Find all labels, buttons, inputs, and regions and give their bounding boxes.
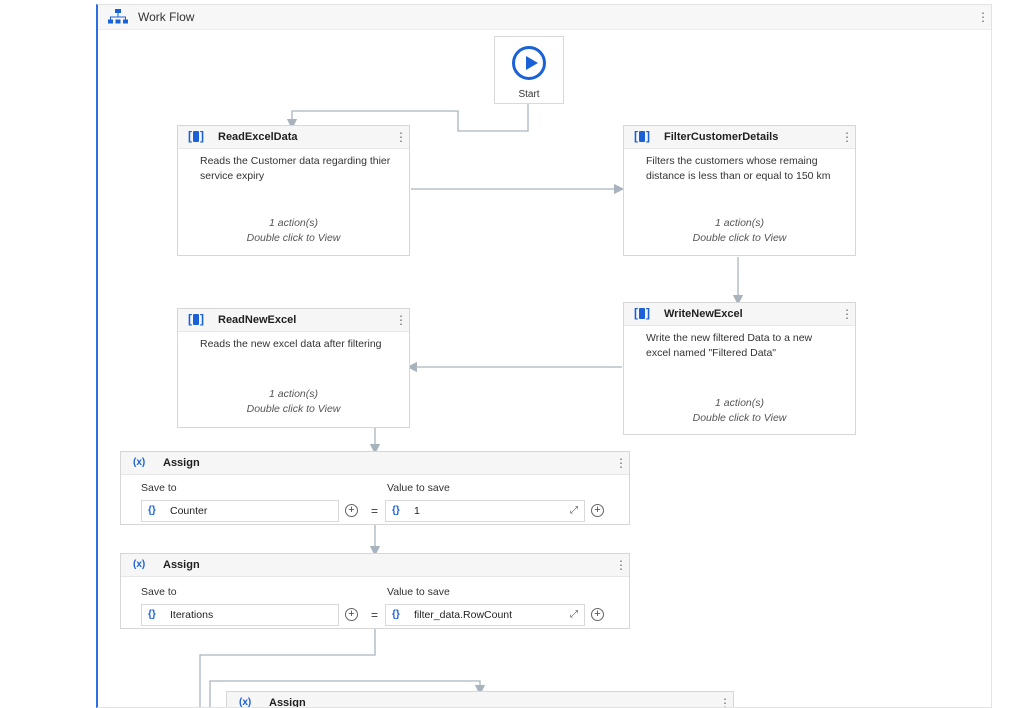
double-click-hint: Double click to View [692,412,787,424]
assign-title: Assign [163,457,200,469]
save-to-label: Save to [141,586,177,598]
assign-variable-icon: (x) [133,559,146,570]
value-text: 1 [414,505,420,517]
kebab-menu-icon[interactable]: ⋮ [395,130,407,144]
card-title: ReadNewExcel [218,314,297,326]
card-title: FilterCustomerDetails [664,131,779,143]
card-title: WriteNewExcel [664,308,743,320]
add-variable-icon[interactable]: + [345,504,358,517]
card-description: Reads the Customer data regarding thier … [200,155,391,182]
card-header: [] WriteNewExcel ⋮ [624,303,855,326]
kebab-menu-icon[interactable]: ⋮ [615,558,627,572]
sequence-card-readexceldata[interactable]: [] ReadExcelData ⋮ Reads the Customer da… [177,125,410,256]
kebab-menu-icon[interactable]: ⋮ [615,456,627,470]
action-count: 1 action(s) [268,217,319,229]
equals-sign: = [371,504,379,518]
sequence-card-writenewexcel[interactable]: [] WriteNewExcel ⋮ Write the new filtere… [623,302,856,435]
value-to-save-label: Value to save [387,482,450,494]
card-description: Write the new filtered Data to a new exc… [646,332,813,359]
variable-braces-icon: {} [392,505,400,516]
sequence-card-readnewexcel[interactable]: [] ReadNewExcel ⋮ Reads the new excel da… [177,308,410,428]
card-description: Reads the new excel data after filtering [200,338,382,350]
card-header: [] FilterCustomerDetails ⋮ [624,126,855,149]
sequence-card-filtercustomerdetails[interactable]: [] FilterCustomerDetails ⋮ Filters the c… [623,125,856,256]
double-click-hint: Double click to View [692,232,787,244]
assign-variable-icon: (x) [133,457,146,468]
variable-braces-icon: {} [392,609,400,620]
assign-activity-partial[interactable]: (x) Assign ⋮ [226,691,734,708]
kebab-menu-icon[interactable]: ⋮ [719,696,731,707]
assign-title: Assign [269,697,306,708]
kebab-menu-icon[interactable]: ⋮ [841,307,853,321]
workflow-panel: Work Flow ⋮ Start [] ReadExcelData ⋮ Rea… [96,4,992,708]
start-label: Start [518,89,540,100]
action-count: 1 action(s) [714,397,765,409]
assign-activity-iterations[interactable]: (x) Assign ⋮ Save to Value to save {} It… [120,553,630,629]
value-field[interactable]: {} 1 ⤢ [385,500,585,522]
value-to-save-label: Value to save [387,586,450,598]
assign-variable-icon: (x) [239,697,252,708]
sequence-icon: [] [188,129,204,143]
value-text: filter_data.RowCount [414,609,513,621]
add-value-icon[interactable]: + [591,504,604,517]
card-header: [] ReadExcelData ⋮ [178,126,409,149]
double-click-hint: Double click to View [246,403,341,415]
save-to-label: Save to [141,482,177,494]
card-header: (x) Assign ⋮ [121,554,629,577]
sequence-icon: [] [634,129,650,143]
kebab-menu-icon[interactable]: ⋮ [395,313,407,327]
expand-editor-icon[interactable]: ⤢ [570,505,578,516]
action-count: 1 action(s) [268,388,319,400]
action-count: 1 action(s) [714,217,765,229]
play-icon [512,46,546,80]
save-to-value: Counter [170,505,208,517]
card-header: (x) Assign ⋮ [121,452,629,475]
variable-braces-icon: {} [148,505,156,516]
expand-editor-icon[interactable]: ⤢ [570,609,578,620]
sequence-icon: [] [634,306,650,320]
variable-braces-icon: {} [148,609,156,620]
assign-activity-counter[interactable]: (x) Assign ⋮ Save to Value to save {} Co… [120,451,630,525]
card-header: (x) Assign ⋮ [227,692,733,708]
save-to-field[interactable]: {} Counter [141,500,339,522]
card-description: Filters the customers whose remaing dist… [646,155,831,182]
kebab-menu-icon[interactable]: ⋮ [841,130,853,144]
save-to-value: Iterations [170,609,214,621]
start-node[interactable]: Start [494,36,564,104]
double-click-hint: Double click to View [246,232,341,244]
assign-title: Assign [163,559,200,571]
value-field[interactable]: {} filter_data.RowCount ⤢ [385,604,585,626]
equals-sign: = [371,608,379,622]
card-title: ReadExcelData [218,131,298,143]
add-value-icon[interactable]: + [591,608,604,621]
add-variable-icon[interactable]: + [345,608,358,621]
save-to-field[interactable]: {} Iterations [141,604,339,626]
card-header: [] ReadNewExcel ⋮ [178,309,409,332]
sequence-icon: [] [188,312,204,326]
